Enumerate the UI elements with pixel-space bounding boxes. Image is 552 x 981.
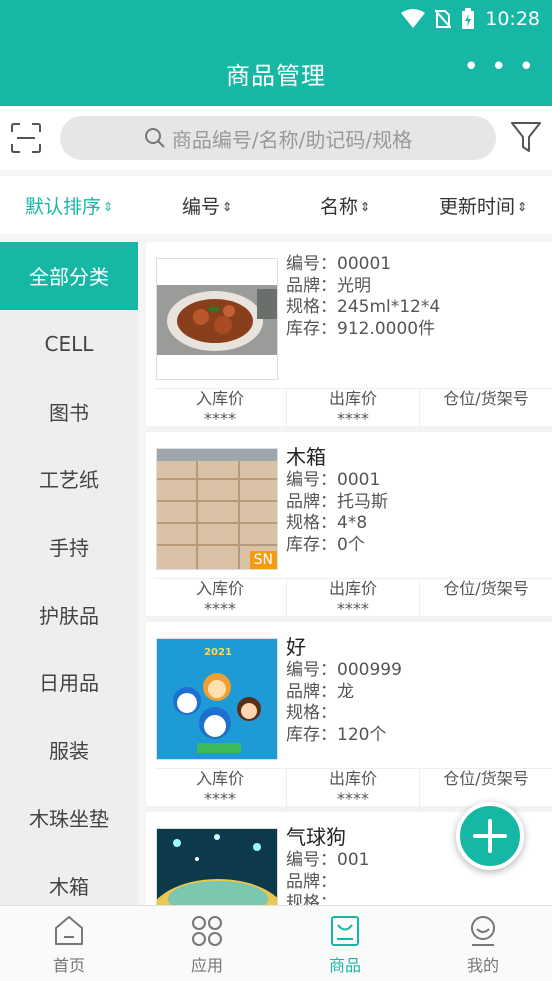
scan-icon[interactable] [10, 122, 42, 154]
product-brand: 品牌：龙 [286, 681, 354, 702]
filter-icon[interactable] [510, 120, 542, 154]
product-image [156, 258, 278, 380]
sidebar-item-bead-cushion[interactable]: 木珠坐垫 [0, 784, 138, 852]
out-price: 出库价 **** [287, 389, 420, 432]
tab-apps[interactable]: 应用 [138, 906, 276, 981]
no-sim-icon [435, 9, 452, 29]
price-row: 入库价 **** 出库价 **** 仓位/货架号 [154, 578, 552, 622]
sort-code[interactable]: 编号 ⇕ [138, 192, 276, 219]
product-card[interactable]: 2021 好 编号：000999 品牌：龙 规格： 库存：120个 入库价 ***… [146, 622, 552, 812]
in-price: 入库价 **** [154, 579, 287, 622]
product-stock: 库存：0个 [286, 534, 365, 555]
sort-bar: 默认排序 ⇕ 编号 ⇕ 名称 ⇕ 更新时间 ⇕ [0, 176, 552, 234]
sidebar-item-wood-box[interactable]: 木箱 [0, 851, 138, 905]
sort-arrows-icon: ⇕ [102, 199, 114, 214]
in-price: 入库价 **** [154, 769, 287, 812]
sidebar-item-daily[interactable]: 日用品 [0, 648, 138, 716]
more-menu-button[interactable]: • • • [463, 52, 536, 82]
app-bar: 商品管理 • • • [0, 38, 552, 106]
status-bar: 10:28 [0, 0, 552, 38]
product-name: 气球狗 [286, 825, 346, 849]
battery-icon [462, 8, 475, 29]
product-code: 编号：0001 [286, 470, 381, 490]
tab-products[interactable]: 商品 [276, 906, 414, 981]
search-input[interactable]: 商品编号/名称/助记码/规格 [60, 116, 496, 160]
search-placeholder: 商品编号/名称/助记码/规格 [171, 127, 413, 152]
search-icon [144, 128, 165, 148]
product-card[interactable]: SN 木箱 编号：0001 品牌：托马斯 规格：4*8 库存：0个 入库价 ***… [146, 432, 552, 622]
product-info: 气球狗 编号：001 品牌： 规格： [286, 824, 369, 905]
sort-name[interactable]: 名称 ⇕ [276, 192, 414, 219]
sort-arrows-icon: ⇕ [516, 199, 528, 214]
apps-icon [192, 916, 222, 946]
product-image: 2021 [156, 638, 278, 760]
product-spec: 规格： [286, 893, 337, 905]
sidebar-item-skincare[interactable]: 护肤品 [0, 580, 138, 648]
add-product-button[interactable] [456, 802, 524, 870]
product-stock: 库存：120个 [286, 724, 387, 745]
in-price: 入库价 **** [154, 389, 287, 432]
product-info: 编号：00001 品牌：光明 规格：245ml*12*4 库存：912.0000… [286, 254, 440, 340]
poster-year: 2021 [204, 647, 232, 658]
location: 仓位/货架号 [443, 389, 529, 408]
sidebar-item-craft-paper[interactable]: 工艺纸 [0, 445, 138, 513]
sort-default[interactable]: 默认排序 ⇕ [0, 192, 138, 219]
price-row: 入库价 **** 出库价 **** 仓位/货架号 [154, 388, 552, 432]
product-brand: 品牌：光明 [286, 275, 371, 296]
product-name: 木箱 [286, 445, 326, 469]
product-spec: 规格：4*8 [286, 513, 368, 533]
sidebar-item-books[interactable]: 图书 [0, 377, 138, 445]
category-sidebar: 全部分类 CELL 图书 工艺纸 手持 护肤品 日用品 服装 木珠坐垫 木箱 [0, 242, 138, 905]
product-card[interactable]: 编号：00001 品牌：光明 规格：245ml*12*4 库存：912.0000… [146, 242, 552, 432]
product-brand: 品牌：托马斯 [286, 491, 388, 512]
tab-me[interactable]: 我的 [414, 906, 552, 981]
sidebar-item-all[interactable]: 全部分类 [0, 242, 138, 310]
home-icon [55, 916, 83, 945]
sort-arrows-icon: ⇕ [359, 199, 371, 214]
product-spec: 规格： [286, 703, 337, 723]
product-image: SN [156, 448, 278, 570]
wifi-icon [401, 9, 426, 28]
product-code: 编号：000999 [286, 660, 402, 680]
product-info: 木箱 编号：0001 品牌：托马斯 规格：4*8 库存：0个 [286, 444, 388, 556]
bottom-tab-bar: 首页 应用 商品 我的 [0, 905, 552, 981]
product-stock: 库存：912.0000件 [286, 318, 436, 339]
sort-updated[interactable]: 更新时间 ⇕ [414, 192, 552, 219]
profile-icon [471, 916, 495, 946]
sidebar-item-clothing[interactable]: 服装 [0, 716, 138, 784]
product-name: 好 [286, 635, 306, 659]
product-code: 编号：001 [286, 850, 370, 870]
product-brand: 品牌： [286, 871, 337, 892]
product-spec: 规格：245ml*12*4 [286, 297, 441, 317]
sidebar-item-handheld[interactable]: 手持 [0, 513, 138, 581]
tab-home[interactable]: 首页 [0, 906, 138, 981]
product-code: 编号：00001 [286, 254, 392, 274]
products-icon [331, 916, 359, 946]
out-price: 出库价 **** [287, 579, 420, 622]
location: 仓位/货架号 [443, 579, 529, 598]
sn-badge: SN [249, 551, 277, 569]
out-price: 出库价 **** [287, 769, 420, 812]
status-time: 10:28 [485, 8, 540, 30]
search-bar: 商品编号/名称/助记码/规格 [0, 106, 552, 170]
product-image [156, 828, 278, 905]
sidebar-item-cell[interactable]: CELL [0, 310, 138, 378]
sort-arrows-icon: ⇕ [221, 199, 233, 214]
product-info: 好 编号：000999 品牌：龙 规格： 库存：120个 [286, 634, 402, 746]
